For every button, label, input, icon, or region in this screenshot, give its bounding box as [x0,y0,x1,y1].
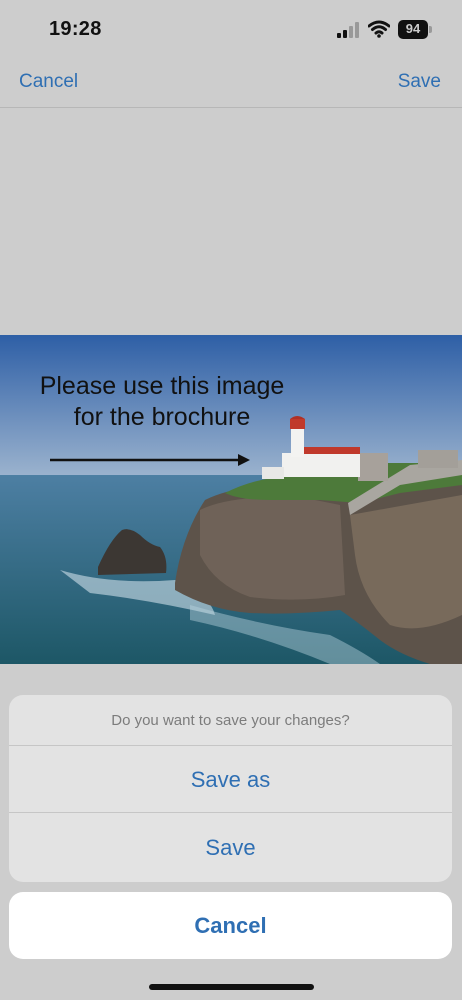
status-time: 19:28 [49,18,102,40]
annotation-line-2: for the brochure [73,403,251,431]
sheet-save-button[interactable]: Save [9,814,452,881]
save-button[interactable]: Save [398,71,441,93]
home-indicator [149,984,314,990]
wifi-icon [368,20,390,38]
save-as-button[interactable]: Save as [9,746,452,813]
battery-icon: 94 [398,20,432,39]
sheet-cancel-button[interactable]: Cancel [9,892,452,959]
navigation-bar: Cancel Save [0,58,462,108]
cancel-button[interactable]: Cancel [19,71,78,93]
photo-preview: Please use this image for the brochure [0,335,462,664]
cellular-signal-icon [337,22,359,38]
status-bar: 19:28 94 [0,0,462,58]
battery-level: 94 [405,21,421,36]
save-action-sheet: Do you want to save your changes? Save a… [9,695,452,882]
image-annotation: Please use this image for the brochure [12,371,312,433]
annotation-line-1: Please use this image [39,372,285,400]
action-sheet-title: Do you want to save your changes? [9,695,452,746]
